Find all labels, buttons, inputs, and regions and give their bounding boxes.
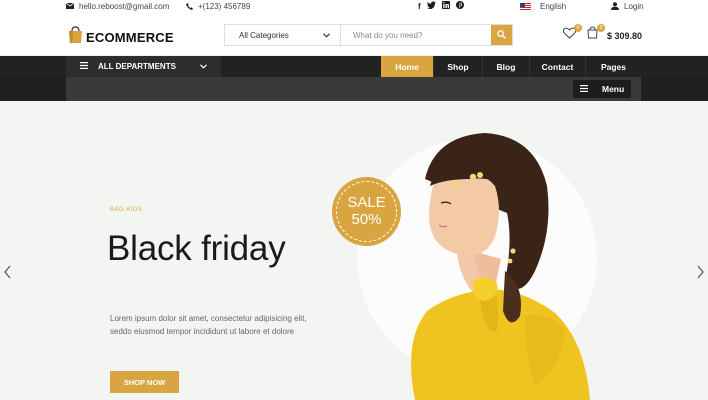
category-select[interactable]: All Categories xyxy=(225,25,341,45)
email-text: hello.reboost@gmail.com xyxy=(79,1,170,11)
user-icon xyxy=(611,2,619,10)
mobile-menu-bar: Menu xyxy=(66,77,641,101)
search-bar: All Categories xyxy=(224,24,513,46)
twitter-icon[interactable] xyxy=(426,1,436,11)
nav-pages[interactable]: Pages xyxy=(585,56,641,77)
hamburger-icon xyxy=(80,62,88,71)
hero-description-line: Lorem ipsum dolor sit amet, consectetur … xyxy=(110,314,307,323)
chevron-down-icon xyxy=(200,62,207,71)
hero-description: Lorem ipsum dolor sit amet, consectetur … xyxy=(110,312,340,338)
phone-contact[interactable]: +(123) 456789 xyxy=(186,0,250,12)
nav-home[interactable]: Home xyxy=(381,56,433,77)
sale-label: SALE xyxy=(347,193,386,211)
nav-blog[interactable]: Blog xyxy=(482,56,529,77)
cart-total: $ 309.80 xyxy=(607,31,643,41)
cart-button[interactable]: 0 xyxy=(585,24,605,44)
chevron-down-icon xyxy=(323,31,330,40)
nav-shop[interactable]: Shop xyxy=(433,56,482,77)
category-value: All Categories xyxy=(239,30,289,40)
hero-banner: BAG,KIDS Black friday Lorem ipsum dolor … xyxy=(0,101,708,400)
login-text: Login xyxy=(624,1,644,11)
wishlist-count-badge: 0 xyxy=(574,24,582,32)
phone-text: +(123) 456789 xyxy=(198,1,251,11)
search-input[interactable] xyxy=(341,25,491,45)
pinterest-icon[interactable] xyxy=(455,1,464,11)
shop-now-button[interactable]: SHOP NOW xyxy=(110,371,179,393)
departments-label: ALL DEPARTMENTS xyxy=(98,62,176,71)
sale-badge: SALE 50% xyxy=(332,177,401,246)
language-text: English xyxy=(540,1,567,11)
nav-contact[interactable]: Contact xyxy=(529,56,585,77)
wishlist-button[interactable]: 0 xyxy=(562,24,582,42)
hero-description-line: seddo eiusmod tempor incididunt ut labor… xyxy=(110,327,295,336)
cart-count-badge: 0 xyxy=(597,24,605,32)
site-logo[interactable]: ECOMMERCE xyxy=(68,26,174,49)
menu-button[interactable]: Menu xyxy=(573,80,631,98)
language-selector[interactable]: English xyxy=(520,0,566,12)
login-link[interactable]: Login xyxy=(611,0,644,12)
carousel-prev-arrow[interactable] xyxy=(4,265,11,282)
us-flag-icon xyxy=(520,2,531,10)
logo-text: ECOMMERCE xyxy=(86,30,174,45)
search-icon xyxy=(497,26,506,44)
shopping-bag-outline-icon xyxy=(586,26,598,44)
hero-model-image xyxy=(411,133,590,400)
sale-percent: 50% xyxy=(351,210,382,228)
top-bar: hello.reboost@gmail.com +(123) 456789 f … xyxy=(0,0,708,12)
carousel-next-arrow[interactable] xyxy=(697,265,704,282)
facebook-icon[interactable]: f xyxy=(418,2,421,11)
menu-label: Menu xyxy=(602,84,625,94)
email-contact[interactable]: hello.reboost@gmail.com xyxy=(66,0,169,12)
search-button[interactable] xyxy=(491,25,512,45)
linkedin-icon[interactable] xyxy=(441,1,450,11)
social-links: f xyxy=(418,0,464,12)
hero-kicker: BAG,KIDS xyxy=(110,207,143,213)
all-departments-dropdown[interactable]: ALL DEPARTMENTS xyxy=(66,56,221,77)
envelope-icon xyxy=(66,3,74,9)
nav-links: Home Shop Blog Contact Pages xyxy=(381,56,641,77)
main-navigation: ALL DEPARTMENTS Home Shop Blog Contact P… xyxy=(0,56,708,77)
hamburger-icon xyxy=(580,84,588,94)
phone-icon xyxy=(186,2,193,10)
site-header: ECOMMERCE All Categories 0 0 $ 309.80 xyxy=(0,12,708,56)
shopping-bag-icon xyxy=(68,26,83,49)
hero-headline: Black friday xyxy=(107,229,286,268)
